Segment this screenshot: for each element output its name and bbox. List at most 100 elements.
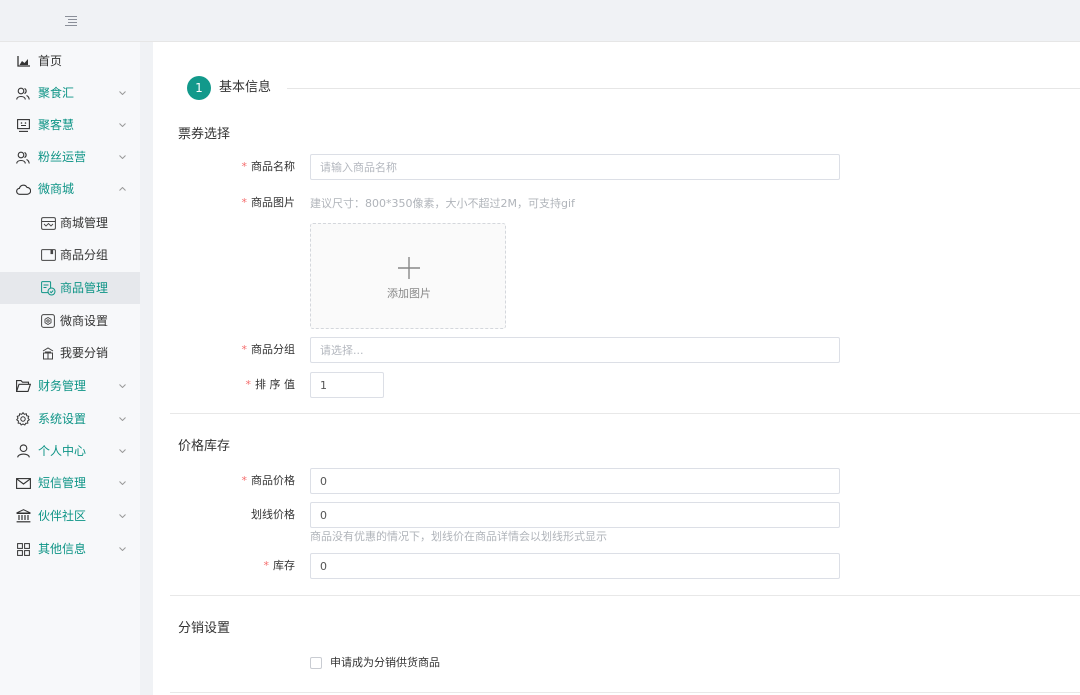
sidebar-item-personal-center[interactable]: 个人中心 <box>0 435 140 467</box>
sidebar-item-label: 系统设置 <box>38 412 87 426</box>
sidebar-item-label: 伙伴社区 <box>38 509 87 523</box>
chart-icon <box>15 53 31 69</box>
sidebar-subitem-label: 我要分销 <box>60 346 109 360</box>
required-mark: * <box>263 559 270 572</box>
goods-group-label-text: 商品分组 <box>251 343 295 356</box>
users-icon <box>15 85 31 101</box>
sidebar-subitem-label: 商城管理 <box>60 216 109 230</box>
sidebar-item-fans-ops[interactable]: 粉丝运营 <box>0 141 140 173</box>
goods-price-label: * 商品价格 <box>233 468 296 494</box>
sort-value-input[interactable] <box>310 372 384 398</box>
distribute-icon <box>40 345 56 361</box>
sidebar-item-label: 其他信息 <box>38 542 87 556</box>
distribution-supply-checkbox[interactable]: 申请成为分销供货商品 <box>310 654 440 672</box>
strike-price-label: 划线价格 <box>233 502 295 528</box>
chevron-down-icon <box>118 479 126 487</box>
sidebar-item-label: 聚食汇 <box>38 86 75 100</box>
required-mark: * <box>241 343 248 356</box>
step-divider <box>287 88 1080 89</box>
strike-price-label-text: 划线价格 <box>251 508 295 521</box>
chevron-up-icon <box>118 185 126 193</box>
sidebar-subitem-label: 商品管理 <box>60 281 109 295</box>
sidebar-item-partner-community[interactable]: 伙伴社区 <box>0 500 140 532</box>
sidebar: 首页 聚食汇 聚客慧 粉丝运营 微商城 商城管理 商品分组 商品管理 微商设置 … <box>0 42 140 695</box>
sidebar-subitem-label: 微商设置 <box>60 314 109 328</box>
step-number-badge: 1 <box>187 76 211 100</box>
bank-icon <box>15 508 31 524</box>
settings-icon <box>40 313 56 329</box>
top-bar <box>0 0 1080 42</box>
sort-value-label: * 排 序 值 <box>233 372 296 398</box>
sidebar-item-system-settings[interactable]: 系统设置 <box>0 403 140 435</box>
section-divider <box>170 413 1080 414</box>
sidebar-item-label: 聚客慧 <box>38 118 75 132</box>
goods-name-input[interactable] <box>310 154 840 180</box>
section-title-ticket: 票券选择 <box>178 127 231 142</box>
users-icon <box>15 149 31 165</box>
stock-label-text: 库存 <box>273 559 295 572</box>
chevron-down-icon <box>118 545 126 553</box>
goods-image-label: * 商品图片 <box>233 190 296 216</box>
section-divider <box>170 692 1080 693</box>
goods-name-label: * 商品名称 <box>233 154 296 180</box>
goods-image-label-text: 商品图片 <box>251 196 295 209</box>
upload-label: 添加图片 <box>387 287 431 300</box>
user-icon <box>15 443 31 459</box>
section-title-distribution: 分销设置 <box>178 621 231 636</box>
goods-name-label-text: 商品名称 <box>251 160 295 173</box>
sidebar-item-micro-mall[interactable]: 微商城 <box>0 173 140 205</box>
required-mark: * <box>245 378 252 391</box>
sidebar-subitem-goods-group[interactable]: 商品分组 <box>0 239 140 271</box>
goods-price-input[interactable] <box>310 468 840 494</box>
sidebar-item-home[interactable]: 首页 <box>0 45 140 77</box>
hamburger-icon[interactable] <box>58 10 84 32</box>
group-icon <box>40 247 56 263</box>
chevron-down-icon <box>118 153 126 161</box>
sidebar-subitem-label: 商品分组 <box>60 248 109 262</box>
goods-price-label-text: 商品价格 <box>251 474 295 487</box>
sidebar-item-label: 微商城 <box>38 182 75 196</box>
goods-group-label: * 商品分组 <box>233 337 296 363</box>
section-divider <box>170 595 1080 596</box>
chevron-down-icon <box>118 121 126 129</box>
image-size-hint: 建议尺寸：800*350像素，大小不超过2M，可支持gif <box>310 197 575 210</box>
sidebar-item-other-info[interactable]: 其他信息 <box>0 533 140 565</box>
sidebar-subitem-mall-manage[interactable]: 商城管理 <box>0 207 140 239</box>
sidebar-item-label: 财务管理 <box>38 379 87 393</box>
store-icon <box>40 215 56 231</box>
image-upload-box[interactable]: 添加图片 <box>310 223 506 329</box>
required-mark: * <box>241 474 248 487</box>
sidebar-item-label: 首页 <box>38 54 63 68</box>
strike-price-hint: 商品没有优惠的情况下，划线价在商品详情会以划线形式显示 <box>310 530 607 543</box>
sidebar-item-sms[interactable]: 短信管理 <box>0 467 140 499</box>
gear-icon <box>15 411 31 427</box>
sidebar-item-jushihui[interactable]: 聚食汇 <box>0 77 140 109</box>
checkbox-box[interactable] <box>310 657 322 669</box>
required-mark: * <box>241 160 248 173</box>
goods-group-select[interactable] <box>310 337 840 363</box>
sidebar-item-jukehui[interactable]: 聚客慧 <box>0 109 140 141</box>
mail-icon <box>15 475 31 491</box>
chevron-down-icon <box>118 89 126 97</box>
chevron-down-icon <box>118 512 126 520</box>
chevron-down-icon <box>118 382 126 390</box>
cloud-icon <box>15 181 31 197</box>
monitor-icon <box>15 117 31 133</box>
sidebar-item-finance[interactable]: 财务管理 <box>0 370 140 402</box>
checkbox-label: 申请成为分销供货商品 <box>330 656 440 669</box>
sidebar-subitem-goods-manage[interactable]: 商品管理 <box>0 272 140 304</box>
goods-icon <box>40 280 56 296</box>
sort-value-label-text: 排 序 值 <box>255 378 295 391</box>
chevron-down-icon <box>118 415 126 423</box>
grid-icon <box>15 541 31 557</box>
sidebar-subitem-distribute[interactable]: 我要分销 <box>0 337 140 369</box>
required-mark: * <box>241 196 248 209</box>
stock-input[interactable] <box>310 553 840 579</box>
step-title: 基本信息 <box>219 80 272 95</box>
sidebar-subitem-micro-settings[interactable]: 微商设置 <box>0 305 140 337</box>
sidebar-item-label: 个人中心 <box>38 444 87 458</box>
sidebar-item-label: 短信管理 <box>38 476 87 490</box>
chevron-down-icon <box>118 447 126 455</box>
strike-price-input[interactable] <box>310 502 840 528</box>
folder-icon <box>15 378 31 394</box>
